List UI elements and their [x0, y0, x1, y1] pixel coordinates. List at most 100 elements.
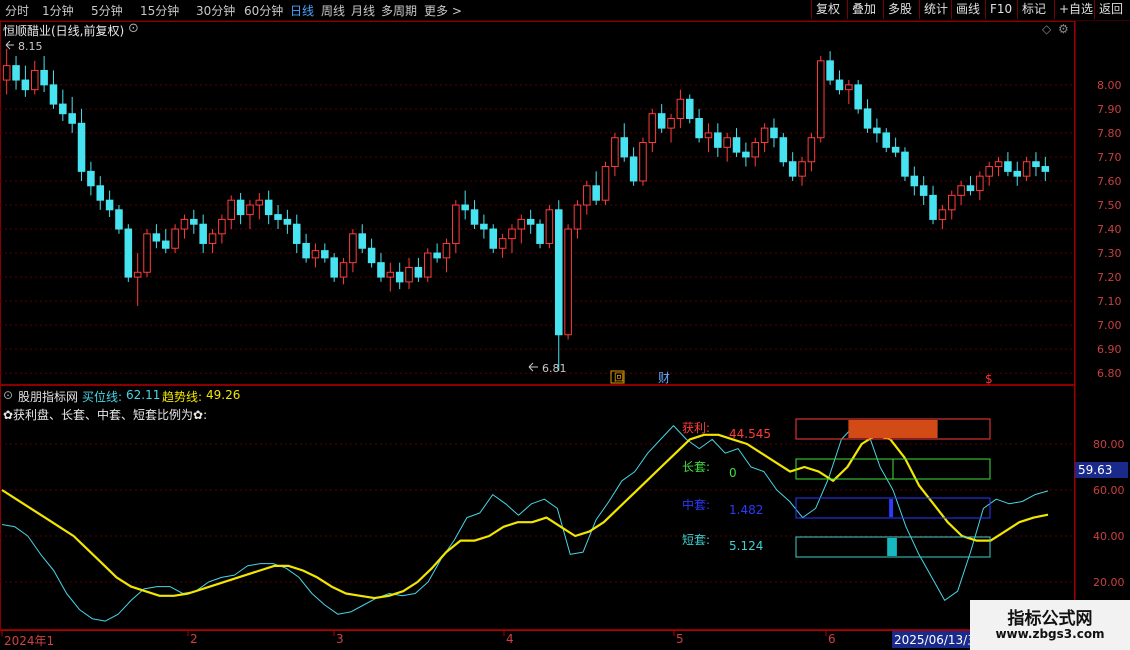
- candle: [1022, 156, 1031, 181]
- candle: [620, 123, 629, 162]
- candle-body: [807, 137, 816, 163]
- candle: [1013, 161, 1022, 186]
- candle: [292, 214, 301, 254]
- candle: [87, 161, 95, 196]
- candle: [901, 147, 909, 181]
- high-price-label: 8.15: [18, 40, 43, 53]
- diamond-icon[interactable]: ◇: [1042, 22, 1051, 36]
- candle-body: [826, 60, 834, 81]
- short-trap-value: 5.124: [729, 539, 764, 553]
- candle-body: [190, 218, 198, 225]
- candle-body: [461, 204, 469, 211]
- candle-body: [433, 252, 441, 259]
- candle-body: [863, 108, 872, 129]
- candle: [676, 89, 685, 129]
- candle-body: [966, 185, 975, 192]
- candle-body: [59, 103, 67, 115]
- candle-body: [620, 137, 629, 158]
- candle-body: [667, 118, 675, 129]
- candle-body: [236, 199, 245, 216]
- indicator-name: 股朋指标网: [18, 390, 79, 404]
- candle: [321, 243, 329, 263]
- candle: [751, 137, 760, 167]
- candle: [199, 214, 207, 254]
- collapse-icon[interactable]: ⊙: [3, 388, 13, 402]
- candle: [498, 233, 507, 258]
- candle-body: [714, 132, 722, 148]
- candle: [1041, 156, 1050, 181]
- candle: [255, 192, 264, 220]
- indicator-grid: 80.00 60.00 40.00 20.00: [0, 438, 1125, 589]
- price-tick-label: 7.40: [1097, 223, 1122, 236]
- event-marker-finance[interactable]: 财: [658, 371, 670, 385]
- settings-icon[interactable]: ⚙: [1058, 22, 1069, 36]
- candle: [377, 253, 385, 282]
- candle-body: [629, 156, 638, 182]
- candle: [105, 190, 114, 218]
- candle-body: [161, 240, 170, 249]
- candle: [96, 176, 105, 210]
- candle: [283, 209, 292, 234]
- short-trap-bar-fill: [887, 538, 897, 556]
- chevron-down-icon[interactable]: ⊙: [128, 21, 139, 36]
- candle-body: [87, 170, 95, 187]
- indicator-description: ✿获利盘、长套、中套、短套比例为✿:: [3, 408, 208, 422]
- candle-body: [564, 228, 572, 336]
- profit-value: 44.545: [729, 427, 771, 441]
- candle: [714, 123, 722, 157]
- candle-body: [704, 132, 713, 139]
- candle: [938, 205, 947, 230]
- candle-body: [470, 209, 479, 225]
- candle: [115, 205, 123, 234]
- candle: [583, 180, 591, 215]
- candle: [218, 214, 226, 244]
- candle: [2, 48, 11, 95]
- candle-body: [873, 127, 881, 134]
- candle-body: [695, 118, 703, 139]
- candle-body: [423, 252, 432, 278]
- candle: [947, 190, 956, 220]
- candle-body: [882, 132, 891, 148]
- candle: [59, 89, 67, 121]
- current-value-badge: 59.63: [1075, 462, 1128, 478]
- candle: [957, 180, 965, 205]
- candle-body: [171, 228, 179, 249]
- candle-body: [957, 185, 965, 196]
- candle: [723, 132, 731, 162]
- time-label-jun: 6: [828, 632, 836, 646]
- candle-body: [1004, 161, 1012, 172]
- candle-body: [30, 69, 39, 91]
- candle: [152, 224, 161, 249]
- candle: [12, 56, 20, 90]
- candle-body: [1041, 166, 1050, 172]
- event-marker-dividend[interactable]: $: [985, 372, 993, 386]
- candle: [929, 185, 937, 225]
- candle-body: [489, 228, 498, 249]
- candle-body: [395, 271, 404, 283]
- candle: [779, 132, 788, 167]
- candle-body: [947, 194, 956, 211]
- time-label-mar: 3: [336, 632, 344, 646]
- candle-body: [919, 185, 928, 196]
- time-label-feb: 2: [190, 632, 198, 646]
- candle: [405, 257, 413, 290]
- candle-body: [929, 194, 937, 220]
- candle: [845, 80, 853, 105]
- candle-body: [442, 242, 451, 259]
- candle: [246, 200, 254, 230]
- price-tick-label: 7.00: [1097, 319, 1122, 332]
- low-price-label: 6.81: [542, 362, 567, 375]
- candle: [685, 94, 694, 124]
- candle-body: [180, 218, 189, 230]
- chart-title: 恒顺醋业(日线,前复权): [3, 24, 125, 38]
- candle: [330, 253, 338, 282]
- candle: [180, 214, 189, 239]
- candle-body: [583, 185, 591, 206]
- candle: [190, 209, 198, 234]
- candle: [798, 156, 806, 186]
- candle: [143, 229, 151, 278]
- candle-body: [405, 266, 413, 283]
- price-tick-label: 7.90: [1097, 103, 1122, 116]
- event-marker-review[interactable]: 回: [610, 370, 625, 384]
- candle-body: [358, 233, 367, 249]
